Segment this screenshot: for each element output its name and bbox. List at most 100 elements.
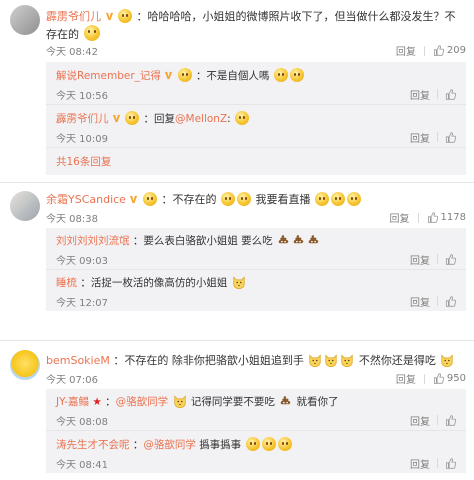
thumbs-up-icon[interactable] (445, 415, 456, 426)
reply-username[interactable]: 霹雳爷们儿 (56, 113, 109, 125)
divider (437, 132, 438, 142)
reply-username[interactable]: 涛先生才不会呢 (56, 439, 130, 451)
comment-time: 今天 08:42 (46, 47, 98, 58)
avatar[interactable] (10, 350, 40, 380)
reply-button[interactable]: 回复 (410, 87, 430, 102)
comment-text: 霹雳爷们儿 ：哈哈哈哈，小姐姐的微博照片收下了，但当做什么都没发生？不存在的 (46, 8, 466, 43)
avatar[interactable] (10, 5, 40, 35)
emoji-icon (220, 192, 235, 206)
reply-body: ：不是自個人嗎 (195, 70, 270, 82)
divider (423, 373, 425, 384)
mention-link[interactable]: @MellonZ (175, 113, 227, 125)
comment-username[interactable]: bemSokieM (46, 354, 110, 367)
emoji-icon (289, 68, 304, 82)
poop-emoji-icon (277, 234, 290, 246)
reply-username[interactable]: 刘刘刘刘刘流氓 (56, 235, 130, 247)
like-count: 950 (446, 373, 466, 384)
reply-username[interactable]: JY-嘉鳎 (56, 396, 89, 408)
divider (437, 458, 438, 468)
poop-emoji-icon (307, 234, 320, 246)
comment-actions: 回复 1178 (390, 210, 466, 225)
reply-item: JY-嘉鳎 ★ ：@骆歆同学 记得同学要不要吃 就看你了 今天 08:08 回复 (46, 389, 466, 431)
emoji-icon (177, 68, 192, 82)
poop-emoji-icon (279, 395, 292, 407)
thumbs-up-icon[interactable] (445, 89, 456, 100)
like-count: 1178 (440, 212, 466, 223)
cat-emoji-icon (232, 276, 246, 289)
poop-emoji-icon (292, 234, 305, 246)
emoji-icon (142, 192, 157, 206)
divider (417, 212, 419, 223)
comment-actions: 回复 209 (396, 43, 466, 58)
reply-time: 今天 10:56 (56, 90, 108, 102)
like-button[interactable]: 950 (433, 373, 466, 384)
cat-emoji-icon (440, 354, 454, 367)
reply-username[interactable]: 睡梳 (56, 277, 77, 289)
thumbs-up-icon[interactable] (445, 254, 456, 265)
reply-time: 今天 12:07 (56, 297, 108, 309)
comment-actions: 回复 950 (396, 371, 466, 386)
reply-time: 今天 08:08 (56, 416, 108, 428)
vip-badge-icon (164, 71, 173, 80)
like-button[interactable]: 1178 (427, 212, 466, 223)
vip-badge-icon (129, 195, 138, 204)
cat-emoji-icon (340, 354, 354, 367)
emoji-icon (236, 192, 251, 206)
reply-body: ： (132, 439, 144, 451)
comment-text: 余霜YSCandice ：不存在的 我要看直播 (46, 191, 466, 208)
reply-list: 解说Remember_记得 ：不是自個人嗎 今天 10:56 回复 霹雳爷们儿 (46, 62, 466, 175)
comment-body-2: 我要看直播 (255, 193, 311, 206)
thumbs-up-icon (433, 45, 444, 56)
divider (437, 254, 438, 264)
emoji-icon (314, 192, 329, 206)
emoji-icon (277, 437, 292, 451)
reply-body: ：回复 (143, 113, 176, 125)
emoji-icon (235, 111, 250, 125)
mention-link[interactable]: @骆歆同学 (143, 439, 196, 451)
reply-button[interactable]: 回复 (396, 43, 416, 58)
reply-button[interactable]: 回复 (390, 210, 410, 225)
emoji-icon (125, 111, 140, 125)
comment-username[interactable]: 霹雳爷们儿 (46, 10, 101, 23)
cat-emoji-icon (324, 354, 338, 367)
reply-button[interactable]: 回复 (410, 130, 430, 145)
emoji-icon (330, 192, 345, 206)
reply-item: 刘刘刘刘刘流氓 ：要么表白骆歆小姐姐 要么吃 今天 09:03 回复 (46, 228, 466, 270)
reply-button[interactable]: 回复 (410, 456, 430, 471)
comment-body: ：不存在的 (161, 193, 217, 206)
divider (437, 89, 438, 99)
star-icon: ★ (92, 396, 102, 408)
emoji-icon (346, 192, 361, 206)
reply-body: ： (105, 396, 116, 408)
reply-body: ：要么表白骆歆小姐姐 要么吃 (132, 235, 273, 247)
reply-username[interactable]: 解说Remember_记得 (56, 70, 161, 82)
reply-button[interactable]: 回复 (396, 371, 416, 386)
thumbs-up-icon[interactable] (445, 296, 456, 307)
reply-body-2: 撝事撝事 (199, 439, 242, 451)
reply-button[interactable]: 回复 (410, 294, 430, 309)
comment-body-2: 不然你还是得吃 (358, 354, 436, 367)
emoji-icon (118, 9, 132, 23)
reply-list: 刘刘刘刘刘流氓 ：要么表白骆歆小姐姐 要么吃 今天 09:03 回复 睡梳 ：活… (46, 228, 466, 311)
reply-button[interactable]: 回复 (410, 413, 430, 428)
reply-item: 霹雳爷们儿 ：回复@MellonZ: 今天 10:09 回复 (46, 105, 466, 148)
reply-time: 今天 09:03 (56, 255, 108, 267)
thumbs-up-icon (433, 373, 444, 384)
comment-time: 今天 07:06 (46, 375, 98, 386)
comment-time: 今天 08:38 (46, 214, 98, 225)
thumbs-up-icon (427, 212, 438, 223)
like-button[interactable]: 209 (433, 45, 466, 56)
comment-username[interactable]: 余霜YSCandice (46, 193, 126, 206)
cat-emoji-icon (308, 354, 322, 367)
more-replies-link[interactable]: 共16条回复 (46, 148, 466, 175)
cat-emoji-icon (173, 395, 187, 408)
reply-time: 今天 10:09 (56, 133, 108, 145)
divider (437, 415, 438, 425)
thumbs-up-icon[interactable] (445, 132, 456, 143)
reply-button[interactable]: 回复 (410, 252, 430, 267)
thumbs-up-icon[interactable] (445, 458, 456, 469)
reply-time: 今天 08:41 (56, 459, 108, 471)
reply-list: JY-嘉鳎 ★ ：@骆歆同学 记得同学要不要吃 就看你了 今天 08:08 回复… (46, 389, 466, 473)
avatar[interactable] (10, 191, 40, 221)
mention-link[interactable]: @骆歆同学 (116, 396, 169, 408)
